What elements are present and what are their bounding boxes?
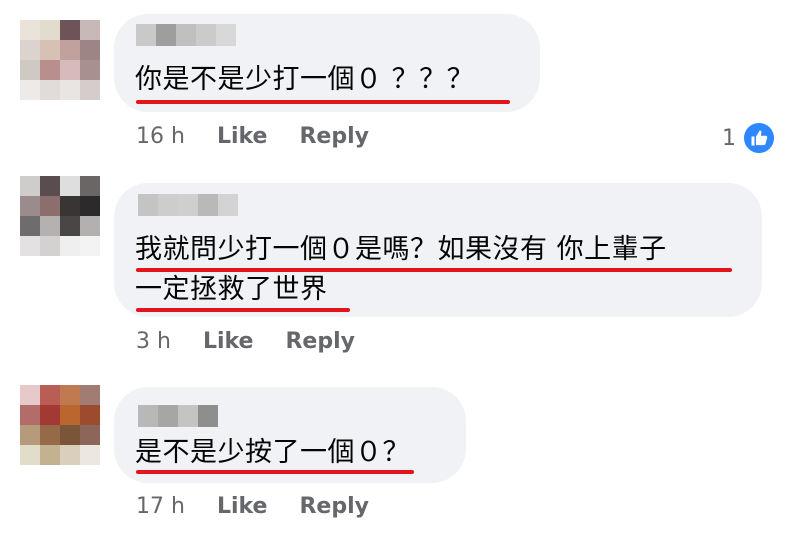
name-pixel: [136, 24, 156, 46]
avatar-pixel: [40, 20, 60, 40]
avatar-pixel: [80, 196, 100, 216]
avatar-pixel: [40, 425, 60, 445]
avatar-pixel: [60, 60, 80, 80]
avatar-pixel: [80, 385, 100, 405]
avatar-pixel: [20, 20, 40, 40]
reaction-count: 1: [722, 125, 736, 151]
avatar-pixel: [80, 445, 100, 465]
reply-button[interactable]: Reply: [285, 329, 355, 354]
avatar-pixel: [40, 60, 60, 80]
name-pixel: [156, 24, 176, 46]
name-pixel: [158, 405, 178, 427]
commenter-name-blurred[interactable]: [136, 24, 236, 46]
reply-button[interactable]: Reply: [299, 494, 369, 519]
avatar-pixel: [20, 176, 40, 196]
reply-button[interactable]: Reply: [299, 124, 369, 149]
comment-actions: 16 h Like Reply: [136, 124, 401, 149]
avatar-pixel: [60, 176, 80, 196]
avatar-pixel: [40, 405, 60, 425]
timestamp: 17 h: [136, 494, 185, 519]
avatar-pixel: [60, 80, 80, 100]
avatar-pixel: [20, 405, 40, 425]
avatar-pixel: [40, 236, 60, 256]
comment-text-line-2: 一定拯救了世界: [135, 274, 328, 305]
avatar-pixel: [80, 425, 100, 445]
avatar-pixel: [20, 40, 40, 60]
avatar-pixel: [20, 236, 40, 256]
reaction-summary[interactable]: 1: [722, 121, 776, 155]
avatar-pixel: [20, 425, 40, 445]
avatar[interactable]: [20, 176, 100, 256]
red-underline: [136, 100, 510, 104]
avatar-pixel: [60, 405, 80, 425]
commenter-name-blurred[interactable]: [138, 405, 218, 427]
like-thumb-icon: [742, 121, 776, 155]
avatar-pixel: [80, 176, 100, 196]
avatar-pixel: [40, 385, 60, 405]
comment-actions: 17 h Like Reply: [136, 494, 401, 519]
like-button[interactable]: Like: [217, 124, 268, 149]
avatar-pixel: [60, 425, 80, 445]
name-pixel: [158, 194, 178, 216]
avatar-pixel: [20, 80, 40, 100]
avatar-pixel: [40, 176, 60, 196]
like-button[interactable]: Like: [217, 494, 268, 519]
red-underline: [136, 470, 414, 474]
avatar-pixel: [20, 216, 40, 236]
name-pixel: [216, 24, 236, 46]
name-pixel: [176, 24, 196, 46]
avatar-pixel: [80, 80, 100, 100]
comment-text: 是不是少按了一個０？: [135, 437, 410, 468]
avatar-pixel: [20, 445, 40, 465]
avatar-pixel: [80, 60, 100, 80]
name-pixel: [138, 405, 158, 427]
avatar-pixel: [80, 20, 100, 40]
avatar-pixel: [40, 216, 60, 236]
avatar-pixel: [80, 405, 100, 425]
name-pixel: [198, 194, 218, 216]
comment-text-line-1: 我就問少打一個０是嗎？如果沒有 你上輩子: [135, 234, 667, 265]
avatar-pixel: [40, 445, 60, 465]
avatar-pixel: [60, 445, 80, 465]
avatar-pixel: [20, 385, 40, 405]
avatar-pixel: [80, 40, 100, 60]
comment-text: 你是不是少打一個０ ？？？: [135, 64, 475, 95]
avatar-pixel: [40, 80, 60, 100]
avatar[interactable]: [20, 385, 100, 465]
name-pixel: [178, 194, 198, 216]
avatar-pixel: [60, 236, 80, 256]
avatar-pixel: [40, 196, 60, 216]
avatar-pixel: [60, 20, 80, 40]
avatar-pixel: [60, 196, 80, 216]
name-pixel: [178, 405, 198, 427]
avatar-pixel: [80, 216, 100, 236]
avatar-pixel: [60, 40, 80, 60]
avatar-pixel: [80, 236, 100, 256]
like-button[interactable]: Like: [203, 329, 254, 354]
timestamp: 3 h: [136, 329, 171, 354]
red-underline: [136, 308, 350, 312]
name-pixel: [218, 194, 238, 216]
timestamp: 16 h: [136, 124, 185, 149]
avatar-pixel: [20, 60, 40, 80]
comment-actions: 3 h Like Reply: [136, 329, 387, 354]
avatar[interactable]: [20, 20, 100, 100]
commenter-name-blurred[interactable]: [138, 194, 238, 216]
name-pixel: [196, 24, 216, 46]
name-pixel: [138, 194, 158, 216]
avatar-pixel: [60, 216, 80, 236]
name-pixel: [198, 405, 218, 427]
avatar-pixel: [40, 40, 60, 60]
avatar-pixel: [20, 196, 40, 216]
avatar-pixel: [60, 385, 80, 405]
